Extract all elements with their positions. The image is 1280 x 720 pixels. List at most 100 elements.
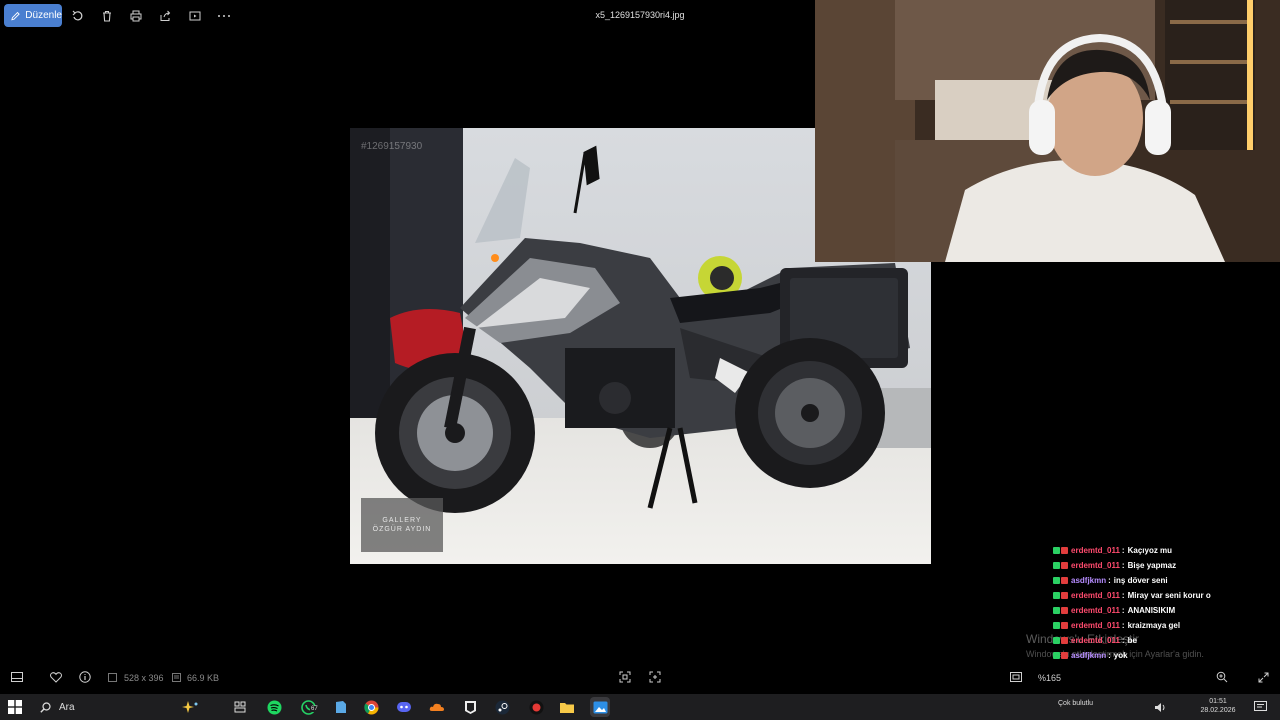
gallery-logo-line1: GALLERY xyxy=(382,517,422,524)
chat-username[interactable]: erdemtd_011 xyxy=(1071,636,1120,645)
slideshow-icon[interactable] xyxy=(187,8,203,24)
image-size-icon xyxy=(107,670,117,684)
edit-button[interactable]: Düzenle xyxy=(4,4,62,27)
weather-text[interactable]: Çok bulutlu xyxy=(1058,700,1093,707)
whatsapp-icon[interactable]: 67 xyxy=(298,697,319,717)
chat-username[interactable]: erdemtd_011 xyxy=(1071,591,1120,600)
chat-message: erdemtd_011: Kaçıyoz mu xyxy=(1050,543,1280,558)
print-icon[interactable] xyxy=(128,8,144,24)
chat-username[interactable]: erdemtd_011 xyxy=(1071,561,1120,570)
edit-pencil-icon xyxy=(11,11,20,20)
spotify-icon[interactable] xyxy=(264,697,284,717)
image-dimensions: 528 x 396 xyxy=(124,673,164,683)
moderator-badge-icon xyxy=(1053,577,1060,584)
actual-size-icon[interactable] xyxy=(648,670,662,684)
chat-text: kraizmaya gel xyxy=(1127,621,1181,630)
chat-text: yok xyxy=(1113,651,1128,660)
photos-status-bar: 528 x 396 66.9 KB %165 xyxy=(0,664,1280,690)
windows-taskbar: Ara 67 Çok bulutlu 01:51 28.02.2026 xyxy=(0,694,1280,720)
subscriber-badge-icon xyxy=(1061,592,1068,599)
chat-username[interactable]: asdfjkmn xyxy=(1071,651,1106,660)
chat-separator: : xyxy=(1108,576,1111,585)
copilot-sparkle-icon[interactable] xyxy=(180,697,200,717)
chat-username[interactable]: erdemtd_011 xyxy=(1071,546,1120,555)
chat-message: asdfjkmn: yok xyxy=(1050,648,1280,663)
fit-to-window-icon[interactable] xyxy=(618,670,632,684)
zoom-level[interactable]: %165 xyxy=(1038,673,1061,683)
chat-username[interactable]: asdfjkmn xyxy=(1071,576,1106,585)
recording-app-icon[interactable] xyxy=(526,697,546,717)
chat-message: erdemtd_011: ANANISIKIM xyxy=(1050,603,1280,618)
chat-message: erdemtd_011: Bişe yapmaz xyxy=(1050,558,1280,573)
search-placeholder: Ara xyxy=(59,701,75,713)
notifications-icon[interactable] xyxy=(1250,697,1270,717)
subscriber-badge-icon xyxy=(1061,562,1068,569)
chat-message: asdfjkmn: inş döver seni xyxy=(1050,573,1280,588)
file-size-icon xyxy=(171,670,181,684)
subscriber-badge-icon xyxy=(1061,547,1068,554)
chat-badges xyxy=(1053,562,1068,569)
discord-icon[interactable] xyxy=(394,697,414,717)
moderator-badge-icon xyxy=(1053,592,1060,599)
expand-icon[interactable] xyxy=(1256,670,1270,684)
chat-separator: : xyxy=(1121,546,1125,555)
cloud-app-icon[interactable] xyxy=(427,697,447,717)
taskbar-clock[interactable]: 01:51 28.02.2026 xyxy=(1196,697,1240,715)
clock-time: 01:51 xyxy=(1209,698,1227,705)
chat-text: be xyxy=(1127,636,1137,645)
fullscreen-frame-icon[interactable] xyxy=(1009,670,1023,684)
chat-username[interactable]: erdemtd_011 xyxy=(1071,606,1120,615)
file-app-icon[interactable] xyxy=(331,697,351,717)
photos-toolbar: Düzenle x5_1269157930ri4.jpg xyxy=(0,0,815,32)
chat-separator: : xyxy=(1121,606,1125,615)
gallery-logo: GALLERY ÖZGÜR AYDIN xyxy=(361,498,443,552)
moderator-badge-icon xyxy=(1053,622,1060,629)
edit-button-label: Düzenle xyxy=(25,10,62,21)
moderator-badge-icon xyxy=(1053,637,1060,644)
filmstrip-icon[interactable] xyxy=(10,670,24,684)
favorite-heart-icon[interactable] xyxy=(49,670,63,684)
search-icon xyxy=(40,701,51,713)
chat-separator: : xyxy=(1121,591,1125,600)
subscriber-badge-icon xyxy=(1061,577,1068,584)
share-icon[interactable] xyxy=(157,8,173,24)
file-size: 66.9 KB xyxy=(187,673,220,683)
chat-separator: : xyxy=(1121,621,1125,630)
moderator-badge-icon xyxy=(1053,652,1060,659)
moderator-badge-icon xyxy=(1053,547,1060,554)
speaker-icon[interactable] xyxy=(1150,697,1170,717)
chat-separator: : xyxy=(1121,561,1125,570)
chat-message: erdemtd_011: kraizmaya gel xyxy=(1050,618,1280,633)
webcam-overlay xyxy=(815,0,1280,262)
chat-badges xyxy=(1053,652,1068,659)
chat-message: erdemtd_011: be xyxy=(1050,633,1280,648)
chat-badges xyxy=(1053,637,1068,644)
info-icon[interactable] xyxy=(78,670,92,684)
windows-start-icon[interactable] xyxy=(8,700,22,714)
task-view-icon[interactable] xyxy=(230,697,250,717)
chat-text: Bişe yapmaz xyxy=(1127,561,1177,570)
rotate-icon[interactable] xyxy=(70,8,86,24)
zoom-in-icon[interactable] xyxy=(1215,670,1229,684)
chat-username[interactable]: erdemtd_011 xyxy=(1071,621,1120,630)
epic-games-icon[interactable] xyxy=(460,697,480,717)
file-name: x5_1269157930ri4.jpg xyxy=(595,10,685,20)
photos-app-icon[interactable] xyxy=(590,697,610,717)
chrome-icon[interactable] xyxy=(361,697,381,717)
file-explorer-icon[interactable] xyxy=(557,697,577,717)
steam-icon[interactable] xyxy=(492,697,512,717)
whatsapp-badge: 67 xyxy=(310,706,319,712)
clock-date: 28.02.2026 xyxy=(1200,707,1236,714)
subscriber-badge-icon xyxy=(1061,622,1068,629)
webcam-image xyxy=(815,0,1280,262)
chat-badges xyxy=(1053,622,1068,629)
chat-separator: : xyxy=(1121,636,1125,645)
delete-icon[interactable] xyxy=(99,8,115,24)
chat-separator: : xyxy=(1108,651,1111,660)
moderator-badge-icon xyxy=(1053,562,1060,569)
chat-badges xyxy=(1053,577,1068,584)
chat-badges xyxy=(1053,547,1068,554)
more-options-icon[interactable] xyxy=(216,8,232,24)
chat-badges xyxy=(1053,607,1068,614)
chat-text: inş döver seni xyxy=(1113,576,1168,585)
